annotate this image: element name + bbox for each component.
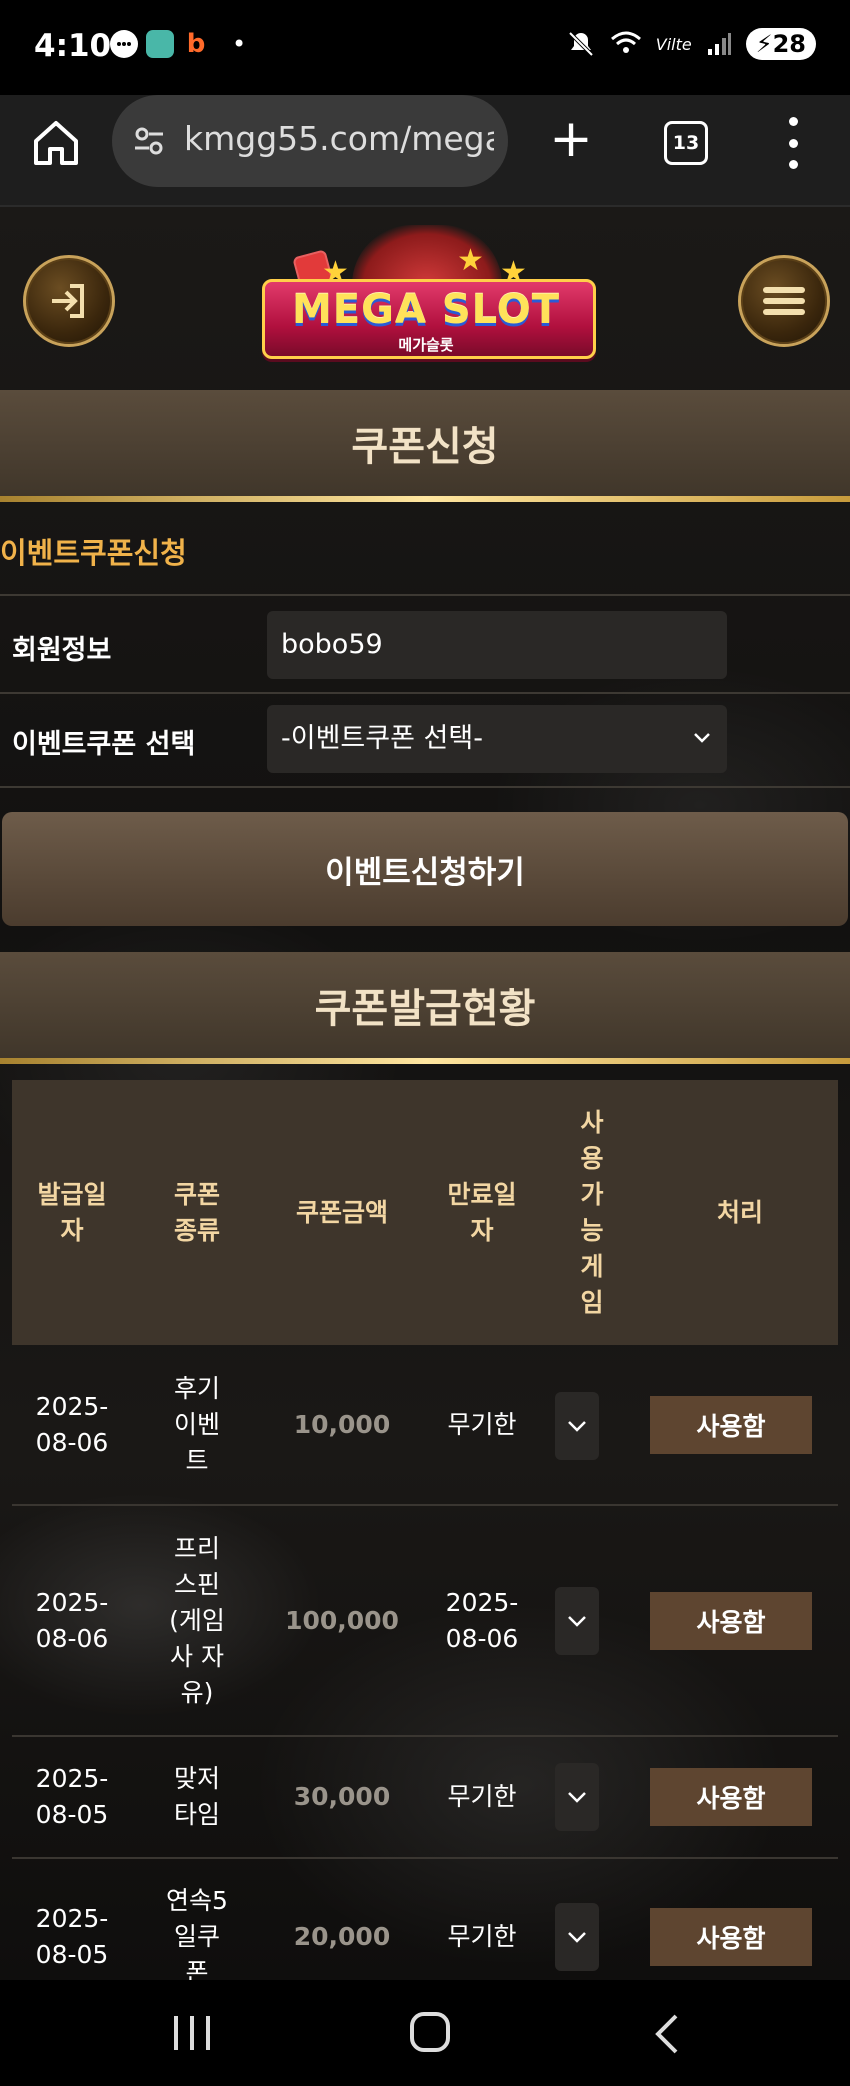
usable-games-dropdown[interactable] — [555, 1587, 599, 1655]
browser-home-icon[interactable] — [30, 117, 82, 169]
coupon-amount: 30,000 — [293, 1782, 391, 1811]
recent-apps-icon[interactable] — [174, 2016, 210, 2050]
address-bar[interactable]: kmgg55.com/mega — [112, 95, 508, 187]
chat-icon — [110, 30, 138, 58]
coupon-type: 맞저 타임 — [173, 1764, 220, 1829]
browser-menu-icon[interactable] — [783, 117, 803, 169]
gold-divider — [0, 1058, 850, 1064]
usable-games-dropdown[interactable] — [555, 1903, 599, 1971]
site-header: ★ ★ ★ MEGA SLOT 메가슬롯 — [0, 205, 850, 390]
browser-toolbar: kmgg55.com/mega + 13 — [0, 95, 850, 207]
hamburger-menu-button[interactable] — [738, 255, 830, 347]
coupon-amount: 100,000 — [285, 1606, 399, 1635]
col-expiry-date: 만료일 자 — [447, 1179, 517, 1245]
expiry-date: 무기한 — [447, 1410, 517, 1439]
chevron-down-icon — [568, 1792, 586, 1803]
logo-subtext: 메가슬롯 — [398, 336, 454, 354]
volte-icon: Vilte — [655, 34, 692, 54]
notification-icons: b • — [110, 29, 247, 59]
gold-divider — [0, 496, 850, 502]
chevron-down-icon — [568, 1932, 586, 1943]
col-coupon-amount: 쿠폰금액 — [295, 1197, 388, 1227]
coupon-select-value: -이벤트쿠폰 선택- — [281, 723, 483, 754]
mute-icon — [568, 31, 594, 57]
usable-games-dropdown[interactable] — [555, 1392, 599, 1460]
coupon-select-label: 이벤트쿠폰 선택 — [12, 729, 196, 760]
wifi-icon — [610, 31, 641, 53]
url-text: kmgg55.com/mega — [184, 119, 494, 158]
hamburger-icon — [763, 287, 805, 315]
col-usable-games: 사 용 가 능 게 임 — [580, 1107, 604, 1317]
coupon-amount: 10,000 — [293, 1410, 391, 1439]
back-icon[interactable] — [652, 2014, 680, 2054]
battery-indicator: ⚡28 — [745, 28, 816, 60]
app-icon — [146, 30, 174, 58]
coupon-type: 후기 이벤 트 — [173, 1374, 220, 1475]
site-settings-icon[interactable] — [134, 127, 164, 155]
use-coupon-button[interactable]: 사용함 — [650, 1396, 812, 1454]
status-bar: 4:10 b • Vilte ⚡28 — [0, 0, 850, 95]
apply-event-button[interactable]: 이벤트신청하기 — [2, 812, 848, 926]
table-row: 2025- 08-05 맞저 타임 30,000 무기한 사용함 — [0, 1737, 850, 1857]
b-icon: b — [186, 29, 206, 59]
status-right-icons: Vilte ⚡28 — [566, 28, 816, 60]
coupon-table-header: 발급일 자 쿠폰 종류 쿠폰금액 만료일 자 사 용 가 능 게 임 처리 — [12, 1080, 838, 1345]
table-row: 2025- 08-06 프리 스핀 (게임 사 자 유) 100,000 202… — [0, 1506, 850, 1736]
col-coupon-type: 쿠폰 종류 — [173, 1179, 220, 1245]
coupon-select-dropdown[interactable]: -이벤트쿠폰 선택- — [267, 705, 727, 773]
usable-games-dropdown[interactable] — [555, 1763, 599, 1831]
signal-icon — [707, 33, 731, 55]
tab-switcher-button[interactable]: 13 — [664, 121, 708, 165]
login-button[interactable] — [23, 255, 115, 347]
coupon-type: 프리 스핀 (게임 사 자 유) — [169, 1534, 225, 1707]
member-info-field[interactable]: bobo59 — [267, 611, 727, 679]
col-issue-date: 발급일 자 — [37, 1179, 107, 1245]
issue-date: 2025- 08-05 — [35, 1764, 109, 1829]
use-coupon-button[interactable]: 사용함 — [650, 1768, 812, 1826]
expiry-date: 무기한 — [447, 1782, 517, 1811]
chevron-down-icon — [568, 1421, 586, 1432]
login-icon — [52, 284, 84, 318]
coupon-status-header: 쿠폰발급현황 — [0, 952, 850, 1058]
chevron-down-icon — [694, 733, 710, 743]
more-notifications-dot: • — [232, 30, 247, 58]
issue-date: 2025- 08-06 — [35, 1588, 109, 1653]
use-coupon-button[interactable]: 사용함 — [650, 1592, 812, 1650]
star-icon: ★ — [457, 243, 484, 278]
table-row: 2025- 08-06 후기 이벤 트 10,000 무기한 사용함 — [0, 1345, 850, 1505]
mega-slot-logo[interactable]: ★ ★ ★ MEGA SLOT 메가슬롯 — [262, 223, 596, 373]
use-coupon-button[interactable]: 사용함 — [650, 1908, 812, 1966]
col-action: 처리 — [716, 1197, 763, 1227]
home-icon[interactable] — [410, 2012, 450, 2052]
chevron-down-icon — [568, 1616, 586, 1627]
issue-date: 2025- 08-06 — [35, 1392, 109, 1457]
expiry-date: 2025- 08-06 — [445, 1588, 519, 1653]
status-time: 4:10 — [34, 28, 112, 64]
new-tab-button[interactable]: + — [545, 113, 597, 167]
system-navigation-bar — [0, 1980, 850, 2086]
member-info-label: 회원정보 — [12, 635, 112, 666]
coupon-apply-header: 쿠폰신청 — [0, 390, 850, 496]
logo-text: MEGA SLOT — [291, 287, 560, 333]
event-coupon-title: 이벤트쿠폰신청 — [0, 536, 187, 570]
